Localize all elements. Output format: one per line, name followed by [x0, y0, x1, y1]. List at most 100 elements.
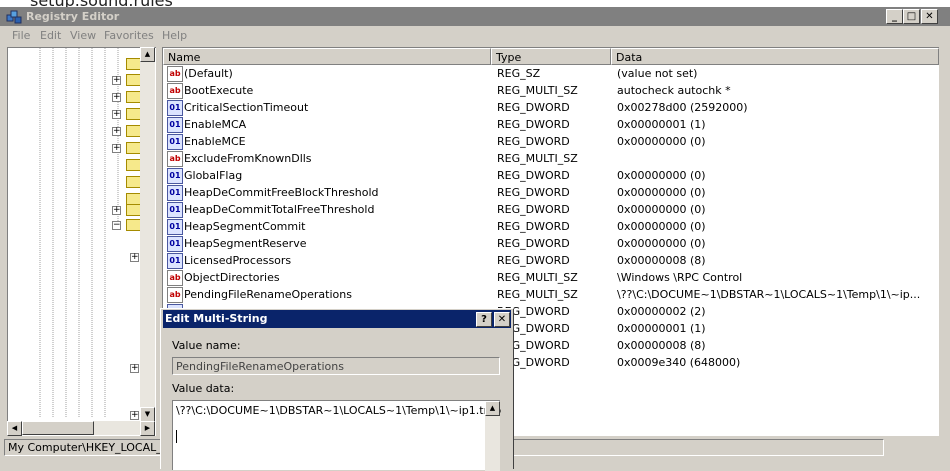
value-data-textarea[interactable]: \??\C:\DOCUME~1\DBSTAR~1\LOCALS~1\Temp\1…	[172, 400, 502, 471]
binary-value-icon: 01	[167, 100, 183, 116]
title-bar[interactable]: Registry Editor _ □ ✕	[0, 7, 950, 26]
status-path: My Computer\HKEY_LOCAL_MA	[8, 441, 179, 454]
menu-file[interactable]: File	[12, 29, 30, 42]
string-value-icon: ab	[167, 287, 183, 303]
expand-icon[interactable]: +	[112, 127, 121, 136]
value-name-cell: ExcludeFromKnownDlls	[184, 152, 312, 165]
tree-vertical-scrollbar[interactable]: ▲ ▼	[140, 47, 155, 422]
expand-icon[interactable]: +	[130, 253, 139, 262]
expand-icon[interactable]: +	[130, 411, 139, 420]
scroll-thumb[interactable]	[22, 421, 94, 435]
value-data-cell: 0x0009e340 (648000)	[617, 356, 741, 369]
expand-icon[interactable]: +	[112, 110, 121, 119]
value-data-cell: 0x00000000 (0)	[617, 237, 706, 250]
collapse-icon[interactable]: −	[112, 221, 121, 230]
expand-icon[interactable]: +	[112, 93, 121, 102]
value-data-cell: 0x00000000 (0)	[617, 186, 706, 199]
table-row[interactable]: 01 EnableMCE REG_DWORD 0x00000000 (0)	[163, 133, 939, 150]
table-row[interactable]: 01 GlobalFlag REG_DWORD 0x00000000 (0)	[163, 167, 939, 184]
binary-value-icon: 01	[167, 219, 183, 235]
table-row[interactable]: 01 HeapDeCommitFreeBlockThreshold REG_DWOR…	[163, 184, 939, 201]
menu-bar: File Edit View Favorites Help	[0, 27, 950, 45]
table-row[interactable]: 01 EnableMCA REG_DWORD 0x00000001 (1)	[163, 116, 939, 133]
tree-horizontal-scrollbar[interactable]: ◀ ▶	[7, 421, 155, 436]
menu-help[interactable]: Help	[162, 29, 187, 42]
value-type-cell: REG_DWORD	[497, 186, 570, 199]
scroll-right-button[interactable]: ▶	[140, 421, 155, 436]
value-type-cell: REG_MULTI_SZ	[497, 152, 578, 165]
table-row[interactable]: 01 HeapSegmentCommit REG_DWORD 0x00000000 (…	[163, 218, 939, 235]
expand-icon[interactable]: +	[112, 206, 121, 215]
textarea-scrollbar[interactable]: ▲	[485, 401, 500, 471]
scroll-up-button[interactable]: ▲	[140, 47, 155, 62]
value-type-cell: REG_DWORD	[497, 118, 570, 131]
close-button[interactable]: ✕	[921, 9, 938, 24]
column-name-header[interactable]: Name	[163, 48, 491, 65]
tree-guides	[8, 48, 148, 421]
value-type-cell: REG_DWORD	[497, 101, 570, 114]
value-name-cell: HeapSegmentCommit	[184, 220, 306, 233]
scroll-left-button[interactable]: ◀	[7, 421, 22, 436]
value-data-cell: 0x00000001 (1)	[617, 322, 706, 335]
expand-icon[interactable]: +	[130, 364, 139, 373]
value-type-cell: REG_DWORD	[497, 203, 570, 216]
table-row[interactable]: ab ExcludeFromKnownDlls REG_MULTI_SZ	[163, 150, 939, 167]
table-row[interactable]: 01 HeapDeCommitTotalFreeThreshold REG_DWOR…	[163, 201, 939, 218]
binary-value-icon: 01	[167, 185, 183, 201]
scroll-down-button[interactable]: ▼	[140, 407, 155, 422]
registry-tree[interactable]: + + + + + + − + + +	[7, 47, 156, 436]
value-name-cell: EnableMCA	[184, 118, 247, 131]
table-row[interactable]: ab BootExecute REG_MULTI_SZ autocheck autoc…	[163, 82, 939, 99]
table-row[interactable]: 01 CriticalSectionTimeout REG_DWORD 0x00278…	[163, 99, 939, 116]
table-row[interactable]: ab PendingFileRenameOperations REG_MULTI_S…	[163, 286, 939, 303]
table-row[interactable]: ab (Default) REG_SZ (value not set)	[163, 65, 939, 82]
dialog-title-bar[interactable]: Edit Multi-String ? ✕	[163, 310, 511, 328]
value-data-cell: autocheck autochk *	[617, 84, 731, 97]
string-value-icon: ab	[167, 83, 183, 99]
value-data-cell: 0x00000008 (8)	[617, 339, 706, 352]
value-type-cell: REG_DWORD	[497, 254, 570, 267]
binary-value-icon: 01	[167, 168, 183, 184]
value-type-cell: REG_DWORD	[497, 220, 570, 233]
value-name-cell: ObjectDirectories	[184, 271, 280, 284]
help-button[interactable]: ?	[476, 312, 492, 327]
maximize-button[interactable]: □	[903, 9, 920, 24]
value-data-cell: 0x00000001 (1)	[617, 118, 706, 131]
table-row[interactable]: ab ObjectDirectories REG_MULTI_SZ \Windows …	[163, 269, 939, 286]
binary-value-icon: 01	[167, 117, 183, 133]
value-data-cell: \Windows \RPC Control	[617, 271, 743, 284]
expand-icon[interactable]: +	[112, 76, 121, 85]
value-name-label: Value name:	[172, 339, 241, 352]
value-type-cell: REG_SZ	[497, 67, 541, 80]
text-caret	[176, 430, 177, 443]
table-row[interactable]: 01 LicensedProcessors REG_DWORD 0x00000008 …	[163, 252, 939, 269]
table-row[interactable]: 01 HeapSegmentReserve REG_DWORD 0x00000000 …	[163, 235, 939, 252]
binary-value-icon: 01	[167, 134, 183, 150]
value-data-cell: 0x00000008 (8)	[617, 254, 706, 267]
registry-editor-icon	[6, 10, 22, 24]
string-value-icon: ab	[167, 151, 183, 167]
value-data-line: \??\C:\DOCUME~1\DBSTAR~1\LOCALS~1\Temp\1…	[176, 404, 502, 417]
value-data-cell: 0x00000000 (0)	[617, 135, 706, 148]
menu-edit[interactable]: Edit	[40, 29, 61, 42]
value-name-text: PendingFileRenameOperations	[176, 360, 344, 373]
minimize-button[interactable]: _	[886, 9, 903, 24]
expand-icon[interactable]: +	[112, 144, 121, 153]
value-name-cell: (Default)	[184, 67, 233, 80]
value-data-label: Value data:	[172, 382, 235, 395]
column-type-header[interactable]: Type	[491, 48, 611, 65]
string-value-icon: ab	[167, 270, 183, 286]
edit-multi-string-dialog: Edit Multi-String ? ✕ Value name: Pendin…	[160, 308, 514, 471]
value-data-cell: 0x00000002 (2)	[617, 305, 706, 318]
value-name-cell: HeapDeCommitTotalFreeThreshold	[184, 203, 375, 216]
value-name-cell: HeapDeCommitFreeBlockThreshold	[184, 186, 379, 199]
column-data-header[interactable]: Data	[611, 48, 939, 65]
value-name-cell: PendingFileRenameOperations	[184, 288, 352, 301]
menu-view[interactable]: View	[70, 29, 96, 42]
dialog-close-button[interactable]: ✕	[494, 312, 510, 327]
value-name-field[interactable]: PendingFileRenameOperations	[172, 357, 500, 375]
textarea-scroll-up-button[interactable]: ▲	[485, 401, 500, 416]
menu-favorites[interactable]: Favorites	[104, 29, 154, 42]
value-name-cell: GlobalFlag	[184, 169, 243, 182]
value-type-cell: REG_DWORD	[497, 169, 570, 182]
